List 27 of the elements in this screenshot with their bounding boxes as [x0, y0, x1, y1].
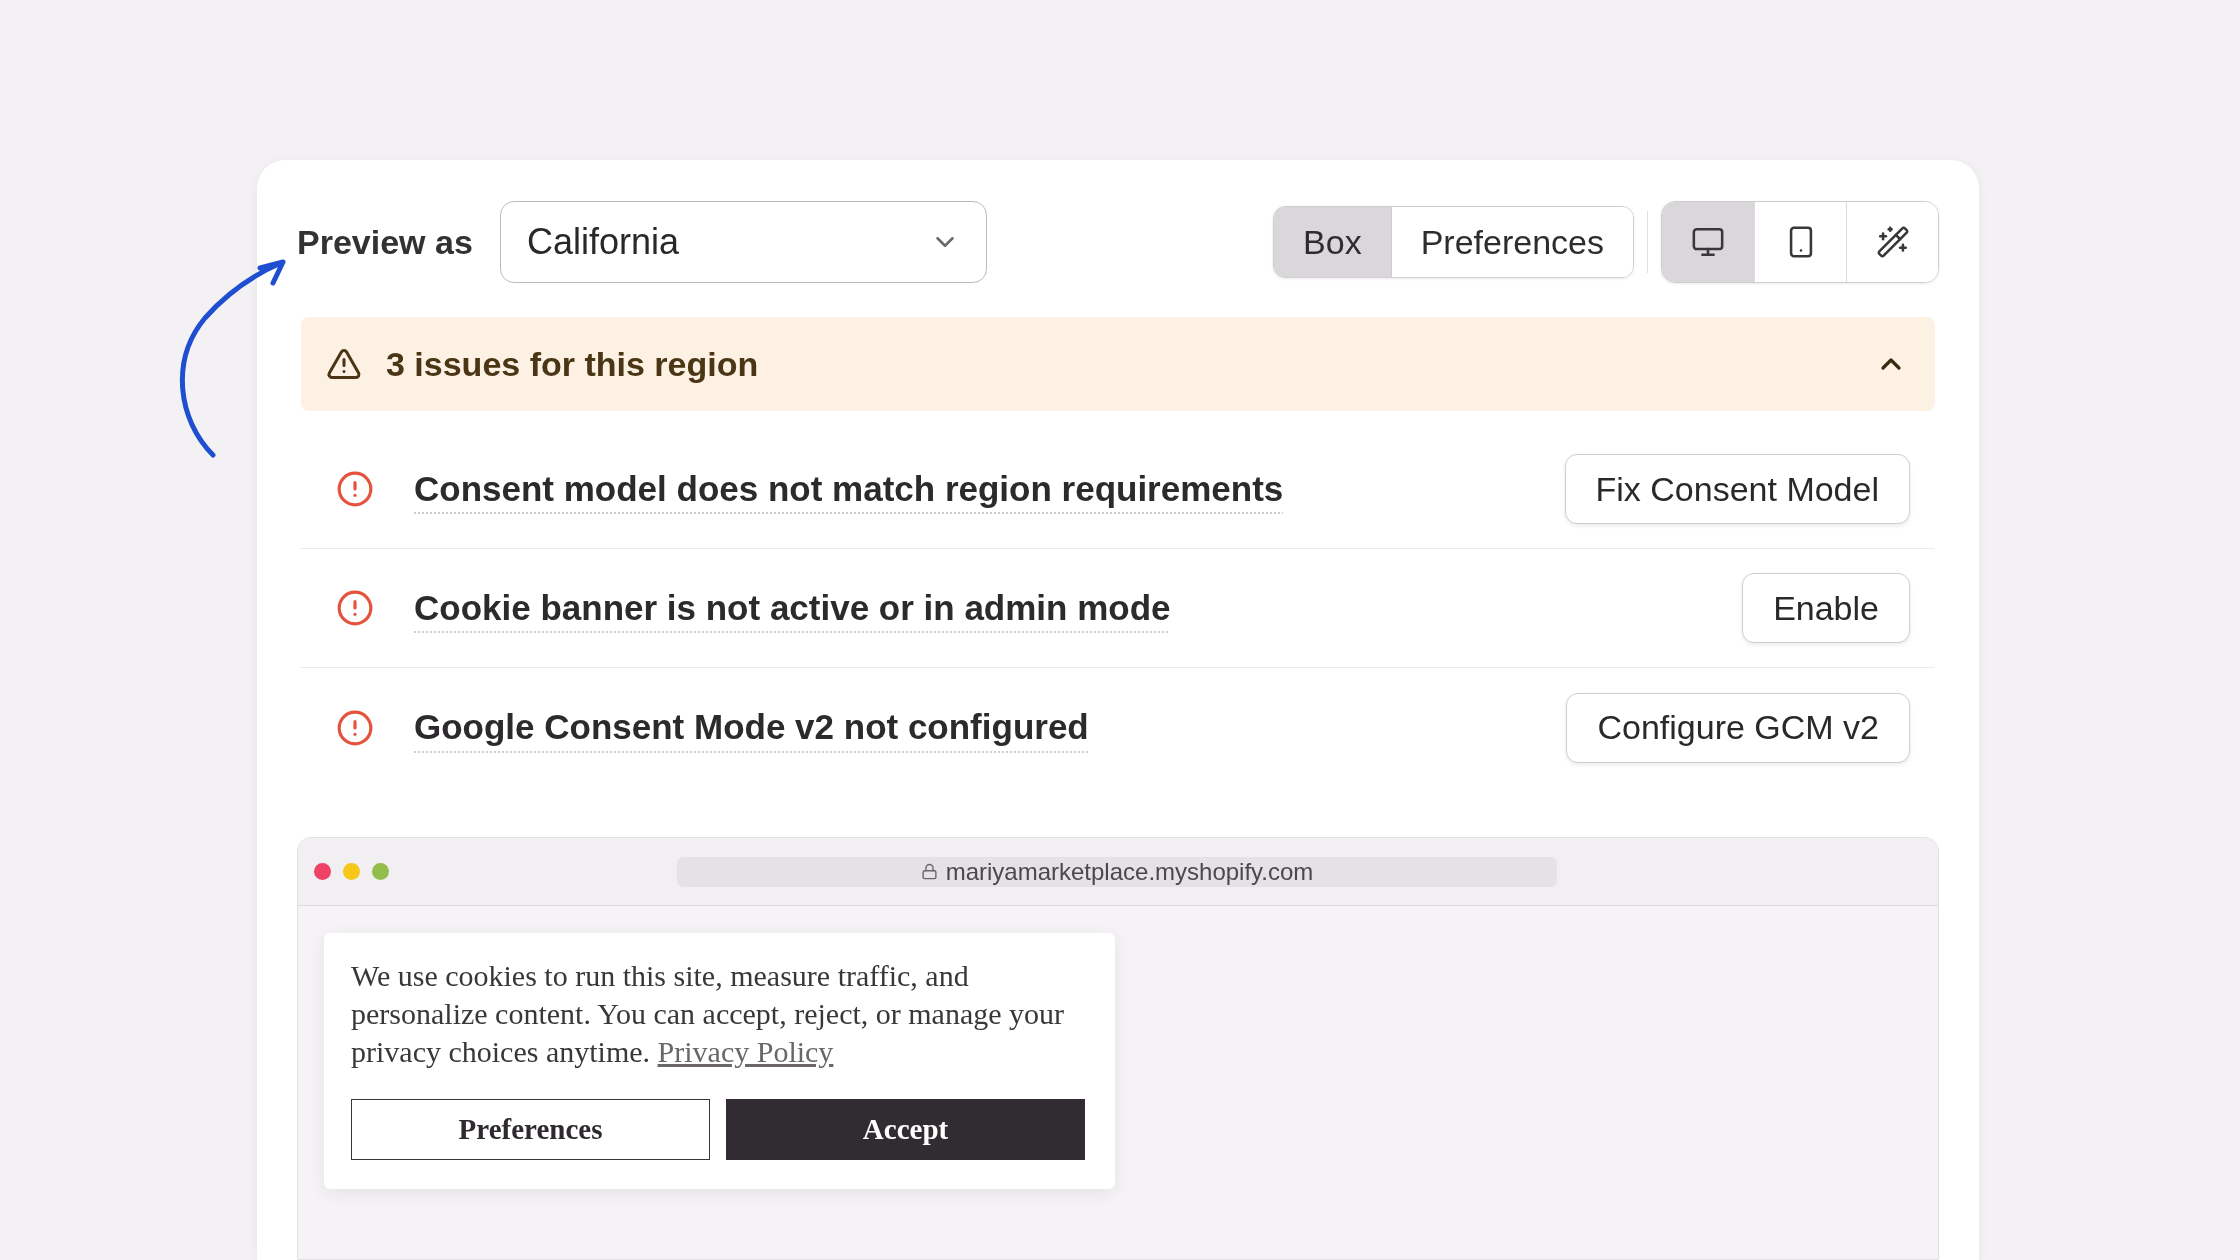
lock-icon: [920, 863, 938, 880]
warning-icon: [326, 346, 362, 382]
issues-title: 3 issues for this region: [386, 343, 759, 385]
view-tab[interactable]: Box: [1274, 207, 1391, 277]
issue-text: Google Consent Mode v2 not configured: [414, 706, 1089, 749]
cookie-message: We use cookies to run this site, measure traffic, and personalize content. You can accept, reject, or manage your privacy choices anytime. Privacy Policy: [351, 958, 1066, 1070]
alert-icon: [336, 470, 374, 508]
preferences-button[interactable]: Preferences: [351, 1099, 710, 1160]
monitor-icon: [1691, 225, 1725, 259]
issues-banner[interactable]: 3 issues for this region: [301, 317, 1935, 411]
magic-wand-icon: [1875, 225, 1910, 259]
fix-button[interactable]: Fix Consent Model: [1564, 454, 1910, 524]
edit-button[interactable]: [1846, 202, 1938, 282]
alert-icon: [336, 589, 374, 627]
issue-text: Cookie banner is not active or in admin mode: [414, 586, 1171, 629]
region-select[interactable]: California: [500, 201, 987, 283]
fix-button[interactable]: Enable: [1742, 573, 1910, 643]
accept-button[interactable]: Accept: [726, 1099, 1085, 1160]
view-tab[interactable]: Preferences: [1390, 207, 1633, 277]
privacy-policy-link[interactable]: Privacy Policy: [657, 1035, 834, 1068]
alert-icon: [336, 708, 374, 747]
preview-label: Preview as: [297, 221, 474, 263]
desktop-view-button[interactable]: [1662, 202, 1754, 282]
fix-button[interactable]: Configure GCM v2: [1566, 692, 1910, 763]
url-text: mariyamarketplace.myshopify.com: [945, 857, 1314, 886]
mobile-view-button[interactable]: [1754, 202, 1846, 282]
issue-text: Consent model does not match region requirements: [414, 467, 1284, 510]
